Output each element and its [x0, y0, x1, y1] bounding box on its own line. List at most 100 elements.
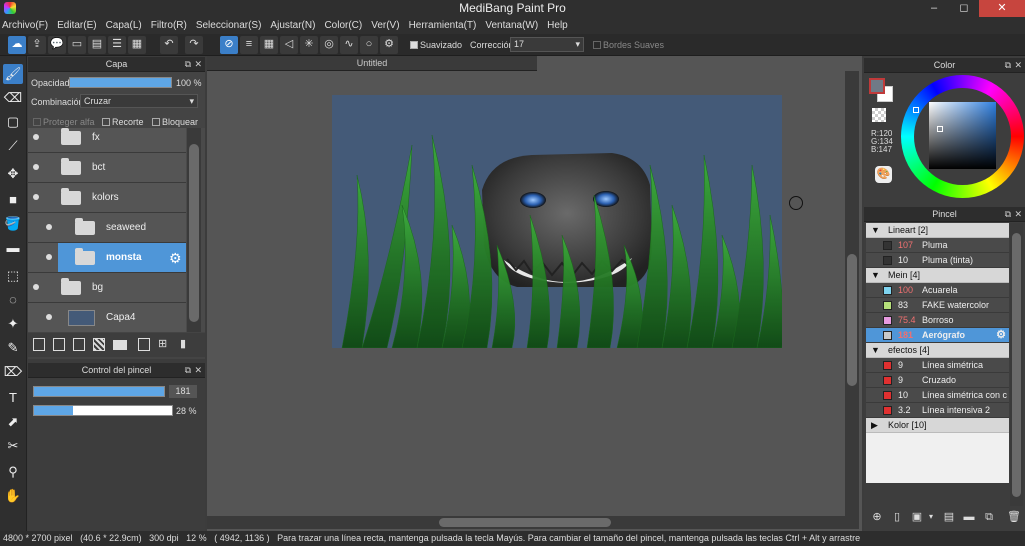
- add-brush-icon[interactable]: ⊕: [870, 510, 884, 524]
- snap-off-icon[interactable]: ⊘: [220, 36, 238, 54]
- folder-icon[interactable]: ▬: [962, 510, 976, 524]
- saturation-value-square[interactable]: [929, 102, 996, 169]
- brush-size-value[interactable]: 181: [169, 385, 197, 398]
- clip-checkbox[interactable]: Recorte: [102, 117, 144, 127]
- new-brush-icon[interactable]: ▯: [890, 510, 904, 524]
- upload-icon[interactable]: ⇪: [28, 36, 46, 54]
- transparent-color-icon[interactable]: [872, 108, 886, 122]
- duplicate-layer-icon[interactable]: [138, 338, 150, 351]
- correccion-select[interactable]: 17 ▾: [510, 37, 584, 52]
- fill-rect-tool-icon[interactable]: ■: [3, 190, 23, 210]
- circle-snap-icon[interactable]: ○: [360, 36, 378, 54]
- line-tool-icon[interactable]: ⟋: [3, 136, 23, 156]
- brush-item[interactable]: 75.4 Borroso: [866, 313, 1009, 328]
- grid-icon[interactable]: ▦: [128, 36, 146, 54]
- eye-icon[interactable]: [46, 314, 52, 320]
- cloud-icon[interactable]: ☁: [8, 36, 26, 54]
- canvas-area[interactable]: Untitled: [207, 56, 862, 531]
- new-halftone-layer-icon[interactable]: [53, 338, 65, 351]
- bordes-suaves-checkbox[interactable]: Bordes Suaves: [593, 40, 664, 50]
- brush-group[interactable]: ▼ Lineart [2]: [866, 223, 1009, 238]
- close-button[interactable]: ✕: [979, 0, 1025, 17]
- new-8bit-layer-icon[interactable]: [73, 338, 85, 351]
- select-rect-tool-icon[interactable]: ⬚: [3, 266, 23, 286]
- eye-icon[interactable]: [46, 224, 52, 230]
- brush-group[interactable]: ▶ Kolor [10]: [866, 418, 1009, 433]
- layer-scrollbar[interactable]: [187, 128, 201, 332]
- minimize-button[interactable]: –: [921, 0, 947, 17]
- brush-item[interactable]: 100 Acuarela: [866, 283, 1009, 298]
- close-panel-icon[interactable]: ✕: [1014, 58, 1022, 73]
- foreground-color-swatch[interactable]: [869, 78, 885, 94]
- layer-row[interactable]: kolors: [28, 183, 186, 213]
- curve-snap-icon[interactable]: ∿: [340, 36, 358, 54]
- horizontal-scrollbar[interactable]: [207, 516, 859, 529]
- eyedropper-tool-icon[interactable]: ⚲: [3, 462, 23, 482]
- brush-item[interactable]: 9 Línea simétrica: [866, 358, 1009, 373]
- new-folder-icon[interactable]: [113, 340, 127, 350]
- brush-list-scrollbar[interactable]: [1010, 223, 1023, 506]
- undock-icon[interactable]: ⧉: [1005, 58, 1011, 73]
- palette-icon[interactable]: 🎨: [875, 166, 892, 183]
- menu-color[interactable]: Color(C): [324, 20, 362, 31]
- brush-opacity-slider[interactable]: [33, 405, 173, 416]
- layer-row-selected[interactable]: monsta ⚙: [28, 243, 186, 273]
- duplicate-brush-icon[interactable]: ⧉: [982, 510, 996, 524]
- undock-icon[interactable]: ⧉: [185, 363, 191, 378]
- hand-tool-icon[interactable]: ✋: [3, 486, 23, 506]
- document-tab[interactable]: Untitled: [207, 56, 537, 71]
- gradient-tool-icon[interactable]: ▬: [3, 238, 23, 258]
- suavizado-checkbox[interactable]: Suavizado: [410, 40, 462, 50]
- hue-picker-marker[interactable]: [913, 107, 919, 113]
- eye-icon[interactable]: [46, 254, 52, 260]
- layer-row[interactable]: fx: [28, 128, 186, 153]
- document-icon[interactable]: ▤: [88, 36, 106, 54]
- chevron-down-icon[interactable]: ▾: [924, 510, 938, 524]
- close-panel-icon[interactable]: ✕: [1014, 207, 1022, 222]
- new-tone-layer-icon[interactable]: [93, 338, 105, 351]
- brush-item[interactable]: 10 Línea simétrica con c: [866, 388, 1009, 403]
- menu-ventana[interactable]: Ventana(W): [485, 20, 538, 31]
- brush-group[interactable]: ▼ Mein [4]: [866, 268, 1009, 283]
- menu-archivo[interactable]: Archivo(F): [2, 20, 48, 31]
- move-tool-icon[interactable]: ✥: [3, 164, 23, 184]
- menu-editar[interactable]: Editar(E): [57, 20, 96, 31]
- vertical-scrollbar[interactable]: [845, 71, 859, 516]
- more-icon[interactable]: ▮: [180, 337, 186, 350]
- close-panel-icon[interactable]: ✕: [194, 363, 202, 378]
- menu-filtro[interactable]: Filtro(R): [151, 20, 187, 31]
- comment-icon[interactable]: ▭: [68, 36, 86, 54]
- text-tool-icon[interactable]: T: [3, 388, 23, 408]
- select-eraser-tool-icon[interactable]: ⌦: [3, 362, 23, 382]
- eye-icon[interactable]: [33, 194, 39, 200]
- color-wheel[interactable]: [901, 75, 1024, 198]
- undo-icon[interactable]: ↶: [160, 36, 178, 54]
- layer-row[interactable]: bg: [28, 273, 186, 303]
- brush-item-selected[interactable]: 181 Aerógrafo ⚙: [866, 328, 1009, 343]
- brush-item[interactable]: 10 Pluma (tinta): [866, 253, 1009, 268]
- opacity-slider[interactable]: [69, 77, 172, 88]
- divide-tool-icon[interactable]: ✂: [3, 436, 23, 456]
- chat-icon[interactable]: 💬: [48, 36, 66, 54]
- parallel-snap-icon[interactable]: ≡: [240, 36, 258, 54]
- grid-snap-icon[interactable]: ▦: [260, 36, 278, 54]
- layer-row[interactable]: Capa4: [28, 303, 186, 332]
- close-panel-icon[interactable]: ✕: [194, 57, 202, 72]
- import-brush-icon[interactable]: ▤: [942, 510, 956, 524]
- trash-icon[interactable]: 🗑: [1007, 510, 1021, 524]
- menu-help[interactable]: Help: [547, 20, 568, 31]
- menu-herramienta[interactable]: Herramienta(T): [409, 20, 477, 31]
- eye-icon[interactable]: [33, 164, 39, 170]
- lock-checkbox[interactable]: Bloquear: [152, 117, 198, 127]
- snap-settings-icon[interactable]: ⚙: [380, 36, 398, 54]
- brush-settings-icon[interactable]: ⚙: [996, 328, 1006, 343]
- brush-size-slider[interactable]: [33, 386, 165, 397]
- brush-item[interactable]: 83 FAKE watercolor: [866, 298, 1009, 313]
- merge-layer-icon[interactable]: ⊞: [158, 337, 167, 350]
- artwork-canvas[interactable]: [332, 95, 782, 348]
- brush-menu-icon[interactable]: ▣: [910, 510, 924, 524]
- undock-icon[interactable]: ⧉: [1005, 207, 1011, 222]
- radial-snap-icon[interactable]: ✳: [300, 36, 318, 54]
- layer-row[interactable]: seaweed: [28, 213, 186, 243]
- brush-item[interactable]: 9 Cruzado: [866, 373, 1009, 388]
